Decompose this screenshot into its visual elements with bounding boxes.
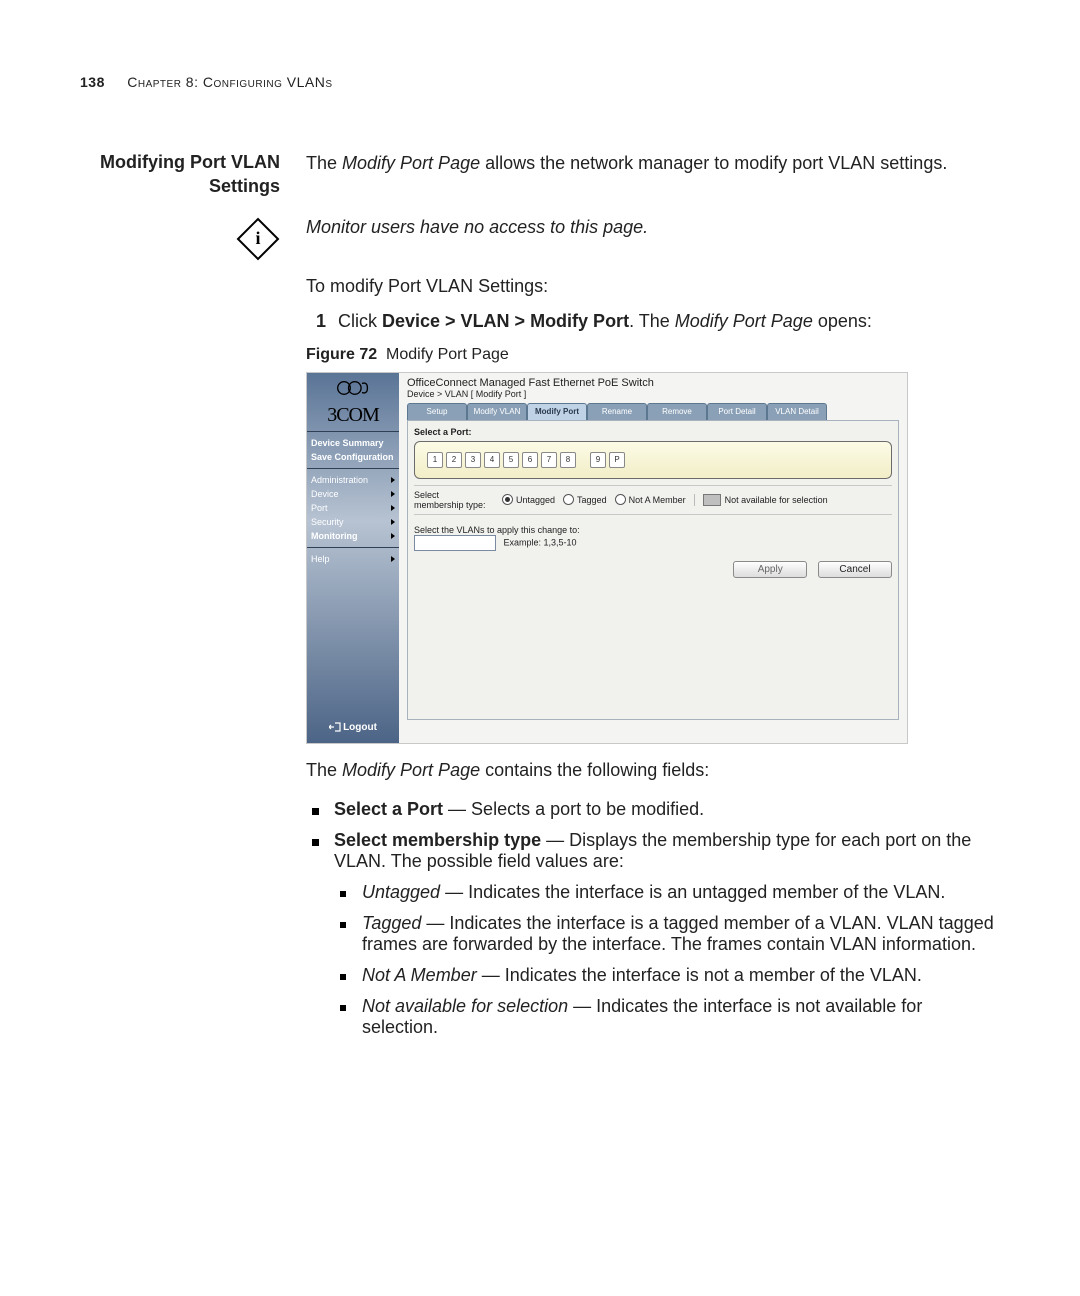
app-main: OfficeConnect Managed Fast Ethernet PoE … [399,373,907,743]
radio-tagged[interactable]: Tagged [563,494,607,505]
tab-port-detail[interactable]: Port Detail [707,403,767,420]
port-1[interactable]: 1 [427,452,443,468]
tab-setup[interactable]: Setup [407,403,467,420]
legend-not-available: Not available for selection [694,494,828,506]
brand-logo-icon [311,379,395,400]
port-8[interactable]: 8 [560,452,576,468]
legend-swatch-icon [703,494,721,506]
tab-modify-port[interactable]: Modify Port [527,403,587,420]
sidebar-item-device[interactable]: Device [311,487,395,501]
document-page: 138 Chapter 8: Configuring VLANs Modifyi… [0,0,1080,1296]
sidebar-device-summary[interactable]: Device Summary [311,436,395,450]
field-select-port: Select a Port — Selects a port to be mod… [306,799,1000,820]
sidebar-item-port[interactable]: Port [311,501,395,515]
tab-bar: Setup Modify VLAN Modify Port Rename Rem… [399,403,907,420]
vlan-input[interactable] [414,535,496,551]
content-panel: Select a Port: 1 2 3 4 5 6 7 8 9 [407,420,899,720]
vlan-input-row: Select the VLANs to apply this change to… [414,525,892,551]
sidebar-item-help[interactable]: Help [311,552,395,566]
logout-button[interactable]: Logout [307,722,399,733]
figure-screenshot: 3COM Device Summary Save Configuration A… [306,372,908,744]
caret-icon [391,477,395,483]
port-4[interactable]: 4 [484,452,500,468]
caret-icon [391,505,395,511]
sidebar-item-monitoring[interactable]: Monitoring [311,529,395,543]
info-icon: i [80,217,280,266]
lead-text: To modify Port VLAN Settings: [306,276,1000,297]
after-figure-text: The Modify Port Page contains the follow… [306,760,1000,781]
page-number: 138 [80,74,105,90]
cancel-button[interactable]: Cancel [818,561,892,578]
port-p[interactable]: P [609,452,625,468]
sub-untagged: Untagged — Indicates the interface is an… [334,882,1000,903]
svg-text:i: i [255,228,260,248]
product-title: OfficeConnect Managed Fast Ethernet PoE … [399,373,907,389]
logout-icon [329,722,341,732]
radio-not-member[interactable]: Not A Member [615,494,686,505]
tab-vlan-detail[interactable]: VLAN Detail [767,403,827,420]
caret-icon [391,491,395,497]
sidebar-item-administration[interactable]: Administration [311,473,395,487]
select-port-label: Select a Port: [414,427,892,437]
sub-tagged: Tagged — Indicates the interface is a ta… [334,913,1000,955]
chapter-title: Chapter 8: Configuring VLANs [127,74,332,90]
section-intro: The Modify Port Page allows the network … [306,150,1000,199]
apply-button[interactable]: Apply [733,561,807,578]
caret-icon [391,556,395,562]
port-3[interactable]: 3 [465,452,481,468]
caret-icon [391,533,395,539]
sidebar-item-security[interactable]: Security [311,515,395,529]
breadcrumb: Device > VLAN [ Modify Port ] [399,389,907,403]
vlan-example: Example: 1,3,5-10 [504,537,577,547]
brand-text: 3COM [311,404,395,427]
note-text: Monitor users have no access to this pag… [306,217,1000,238]
figure-caption: Figure 72 Modify Port Page [306,346,1000,364]
app-sidebar: 3COM Device Summary Save Configuration A… [307,373,399,743]
membership-row: Selectmembership type: Untagged Tagged N… [414,490,892,510]
caret-icon [391,519,395,525]
port-2[interactable]: 2 [446,452,462,468]
port-9[interactable]: 9 [590,452,606,468]
radio-untagged[interactable]: Untagged [502,494,555,505]
field-list: Select a Port — Selects a port to be mod… [306,799,1000,1038]
running-header: 138 Chapter 8: Configuring VLANs [80,74,1000,90]
port-7[interactable]: 7 [541,452,557,468]
port-selector: 1 2 3 4 5 6 7 8 9 P [414,441,892,479]
sidebar-save-config[interactable]: Save Configuration [311,450,395,464]
sub-not-available: Not available for selection — Indicates … [334,996,1000,1038]
port-5[interactable]: 5 [503,452,519,468]
sub-not-member: Not A Member — Indicates the interface i… [334,965,1000,986]
tab-remove[interactable]: Remove [647,403,707,420]
tab-rename[interactable]: Rename [587,403,647,420]
step-1: 1 Click Device > VLAN > Modify Port. The… [306,311,1000,332]
field-select-membership: Select membership type — Displays the me… [306,830,1000,1038]
port-6[interactable]: 6 [522,452,538,468]
tab-modify-vlan[interactable]: Modify VLAN [467,403,527,420]
section-heading: Modifying Port VLAN Settings [80,150,280,199]
